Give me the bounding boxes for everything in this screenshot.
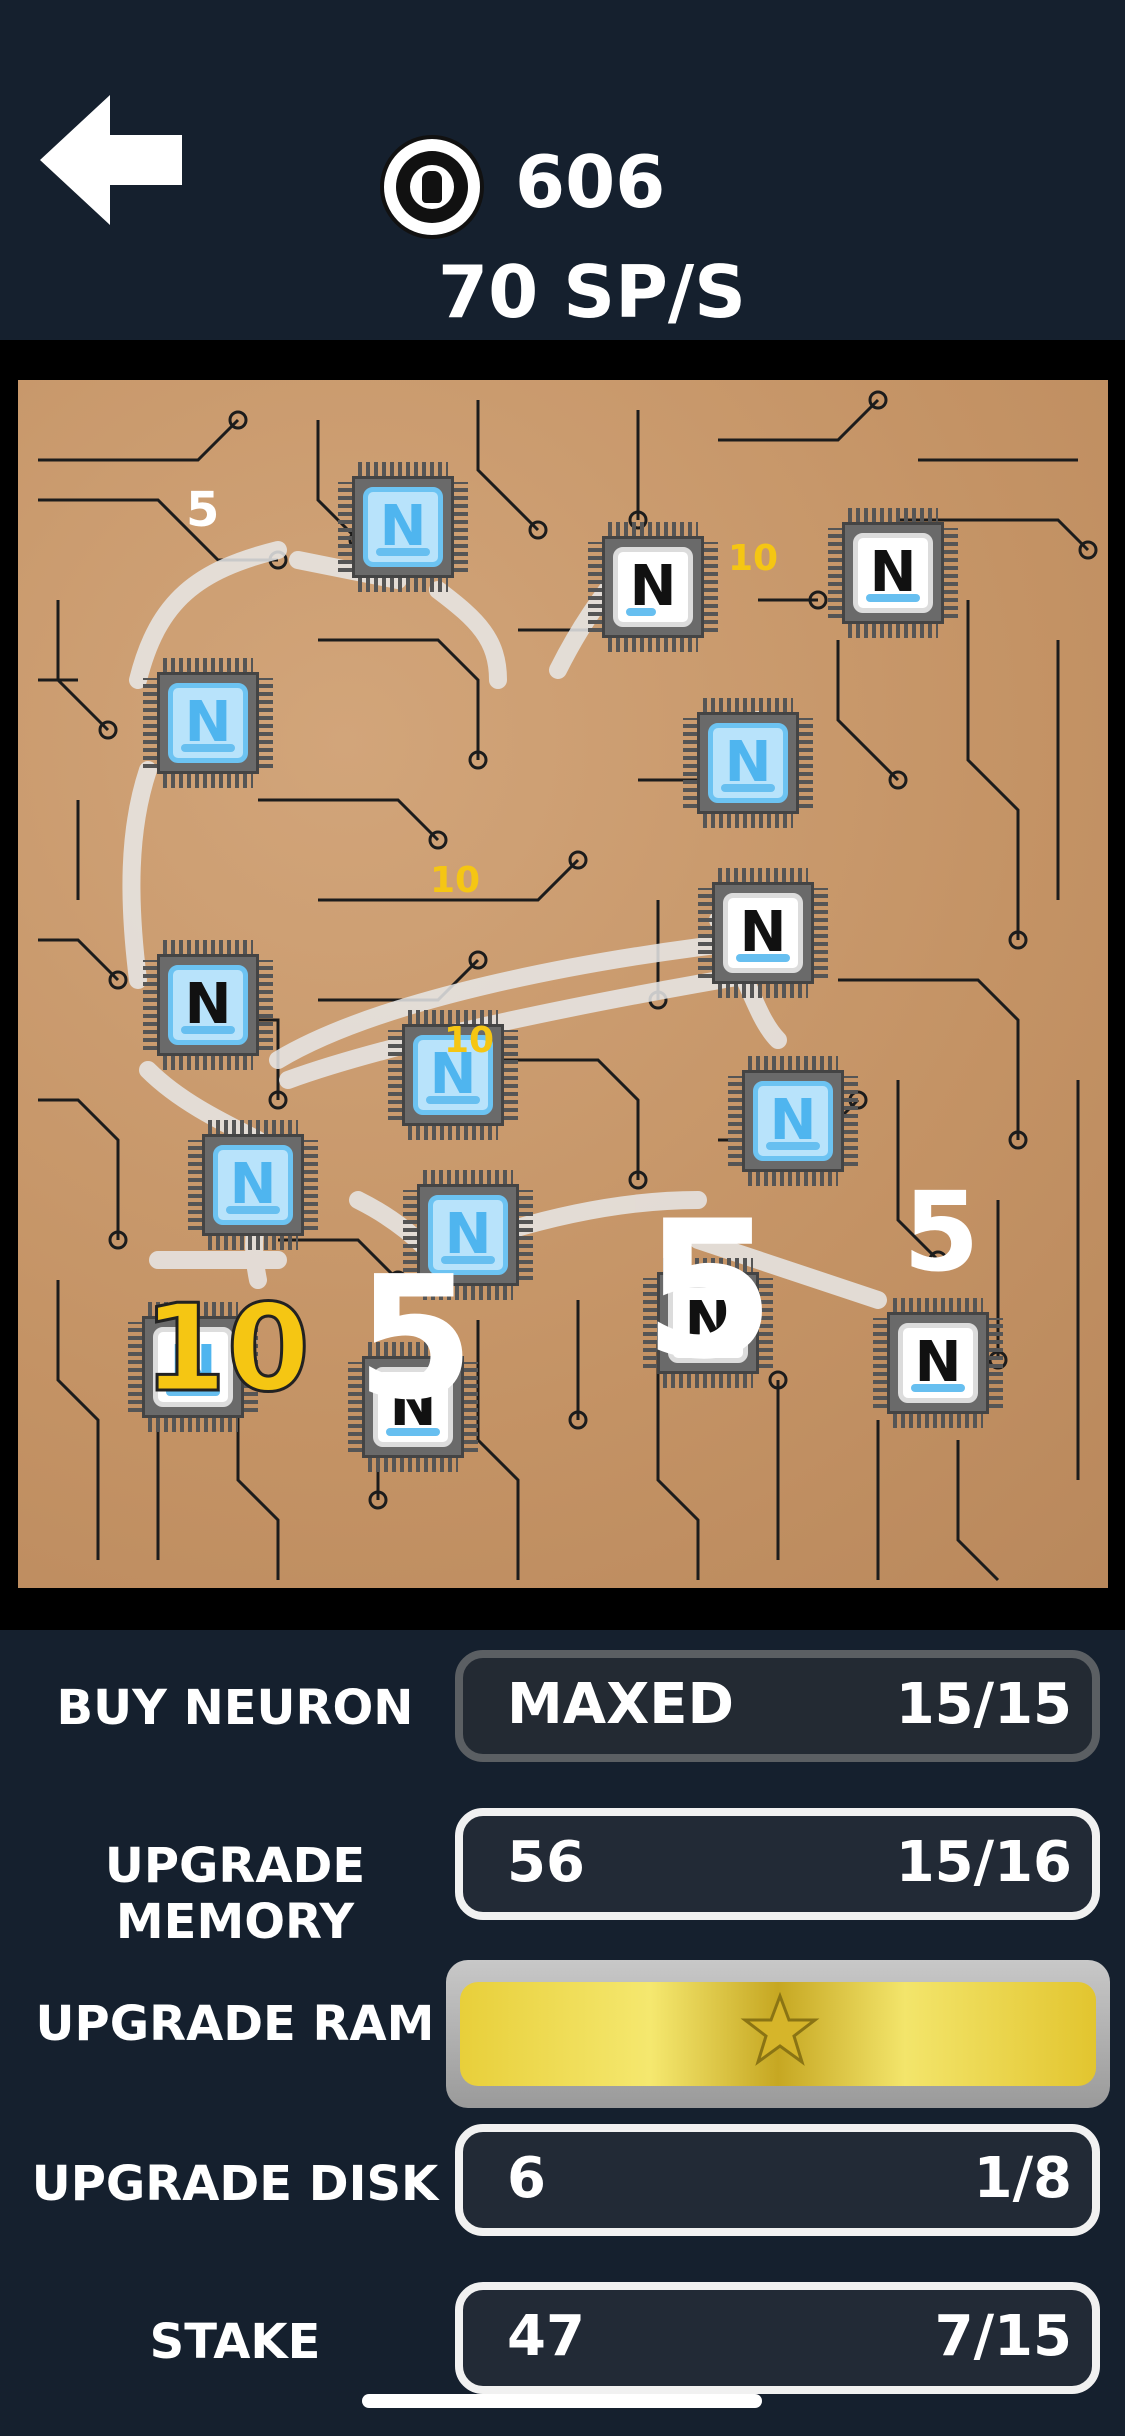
floating-number: 10	[142, 1279, 312, 1421]
neuron-chip[interactable]: N	[143, 940, 273, 1070]
floating-number: 5	[876, 380, 912, 390]
neuron-chip[interactable]: N	[188, 1120, 318, 1250]
upgrade-ram-label: UPGRADE RAM	[35, 1996, 435, 2052]
floating-number: 10	[430, 860, 481, 901]
actions-panel: BUY NEURON MAXED 15/15 UPGRADE MEMORY 56…	[0, 1630, 1125, 2436]
neuron-chip[interactable]: N	[873, 1298, 1003, 1428]
floating-number: 10	[728, 538, 779, 579]
score-value: 606	[515, 140, 666, 224]
rate-value: 70 SP/S	[438, 250, 747, 334]
upgrade-ram-button[interactable]	[446, 1960, 1110, 2108]
star-icon	[740, 1991, 820, 2066]
neuron-chip[interactable]: N	[683, 698, 813, 828]
back-arrow-icon[interactable]	[40, 90, 190, 230]
floating-number: 5	[186, 482, 220, 538]
buy-neuron-button[interactable]: MAXED 15/15	[455, 1650, 1100, 1762]
circuit-board[interactable]: N N N N N N N N N N N N N N N 5 10 10 10…	[18, 380, 1108, 1588]
stake-button[interactable]: 47 7/15	[455, 2282, 1100, 2394]
upgrade-memory-button[interactable]: 56 15/16	[455, 1808, 1100, 1920]
neuron-chip[interactable]: N	[728, 1056, 858, 1186]
floating-number: 5	[356, 1240, 475, 1438]
floating-number: 5	[903, 1168, 980, 1296]
stake-label: STAKE	[149, 2314, 321, 2370]
floating-number: 5	[643, 1180, 776, 1401]
neuron-chip[interactable]: N	[143, 658, 273, 788]
neuron-chip[interactable]: N	[588, 522, 718, 652]
header: 606 70 SP/S	[0, 0, 1125, 340]
upgrade-memory-label: UPGRADE MEMORY	[104, 1838, 366, 1950]
buddha-coin-icon	[380, 135, 484, 239]
neuron-chip[interactable]: N	[828, 508, 958, 638]
neuron-chip[interactable]: N	[698, 868, 828, 998]
upgrade-disk-label: UPGRADE DISK	[31, 2156, 439, 2212]
home-indicator[interactable]	[362, 2394, 762, 2408]
neuron-chip[interactable]: N	[338, 462, 468, 592]
floating-number: 10	[444, 1020, 495, 1061]
buy-neuron-label: BUY NEURON	[56, 1680, 414, 1736]
upgrade-disk-button[interactable]: 6 1/8	[455, 2124, 1100, 2236]
